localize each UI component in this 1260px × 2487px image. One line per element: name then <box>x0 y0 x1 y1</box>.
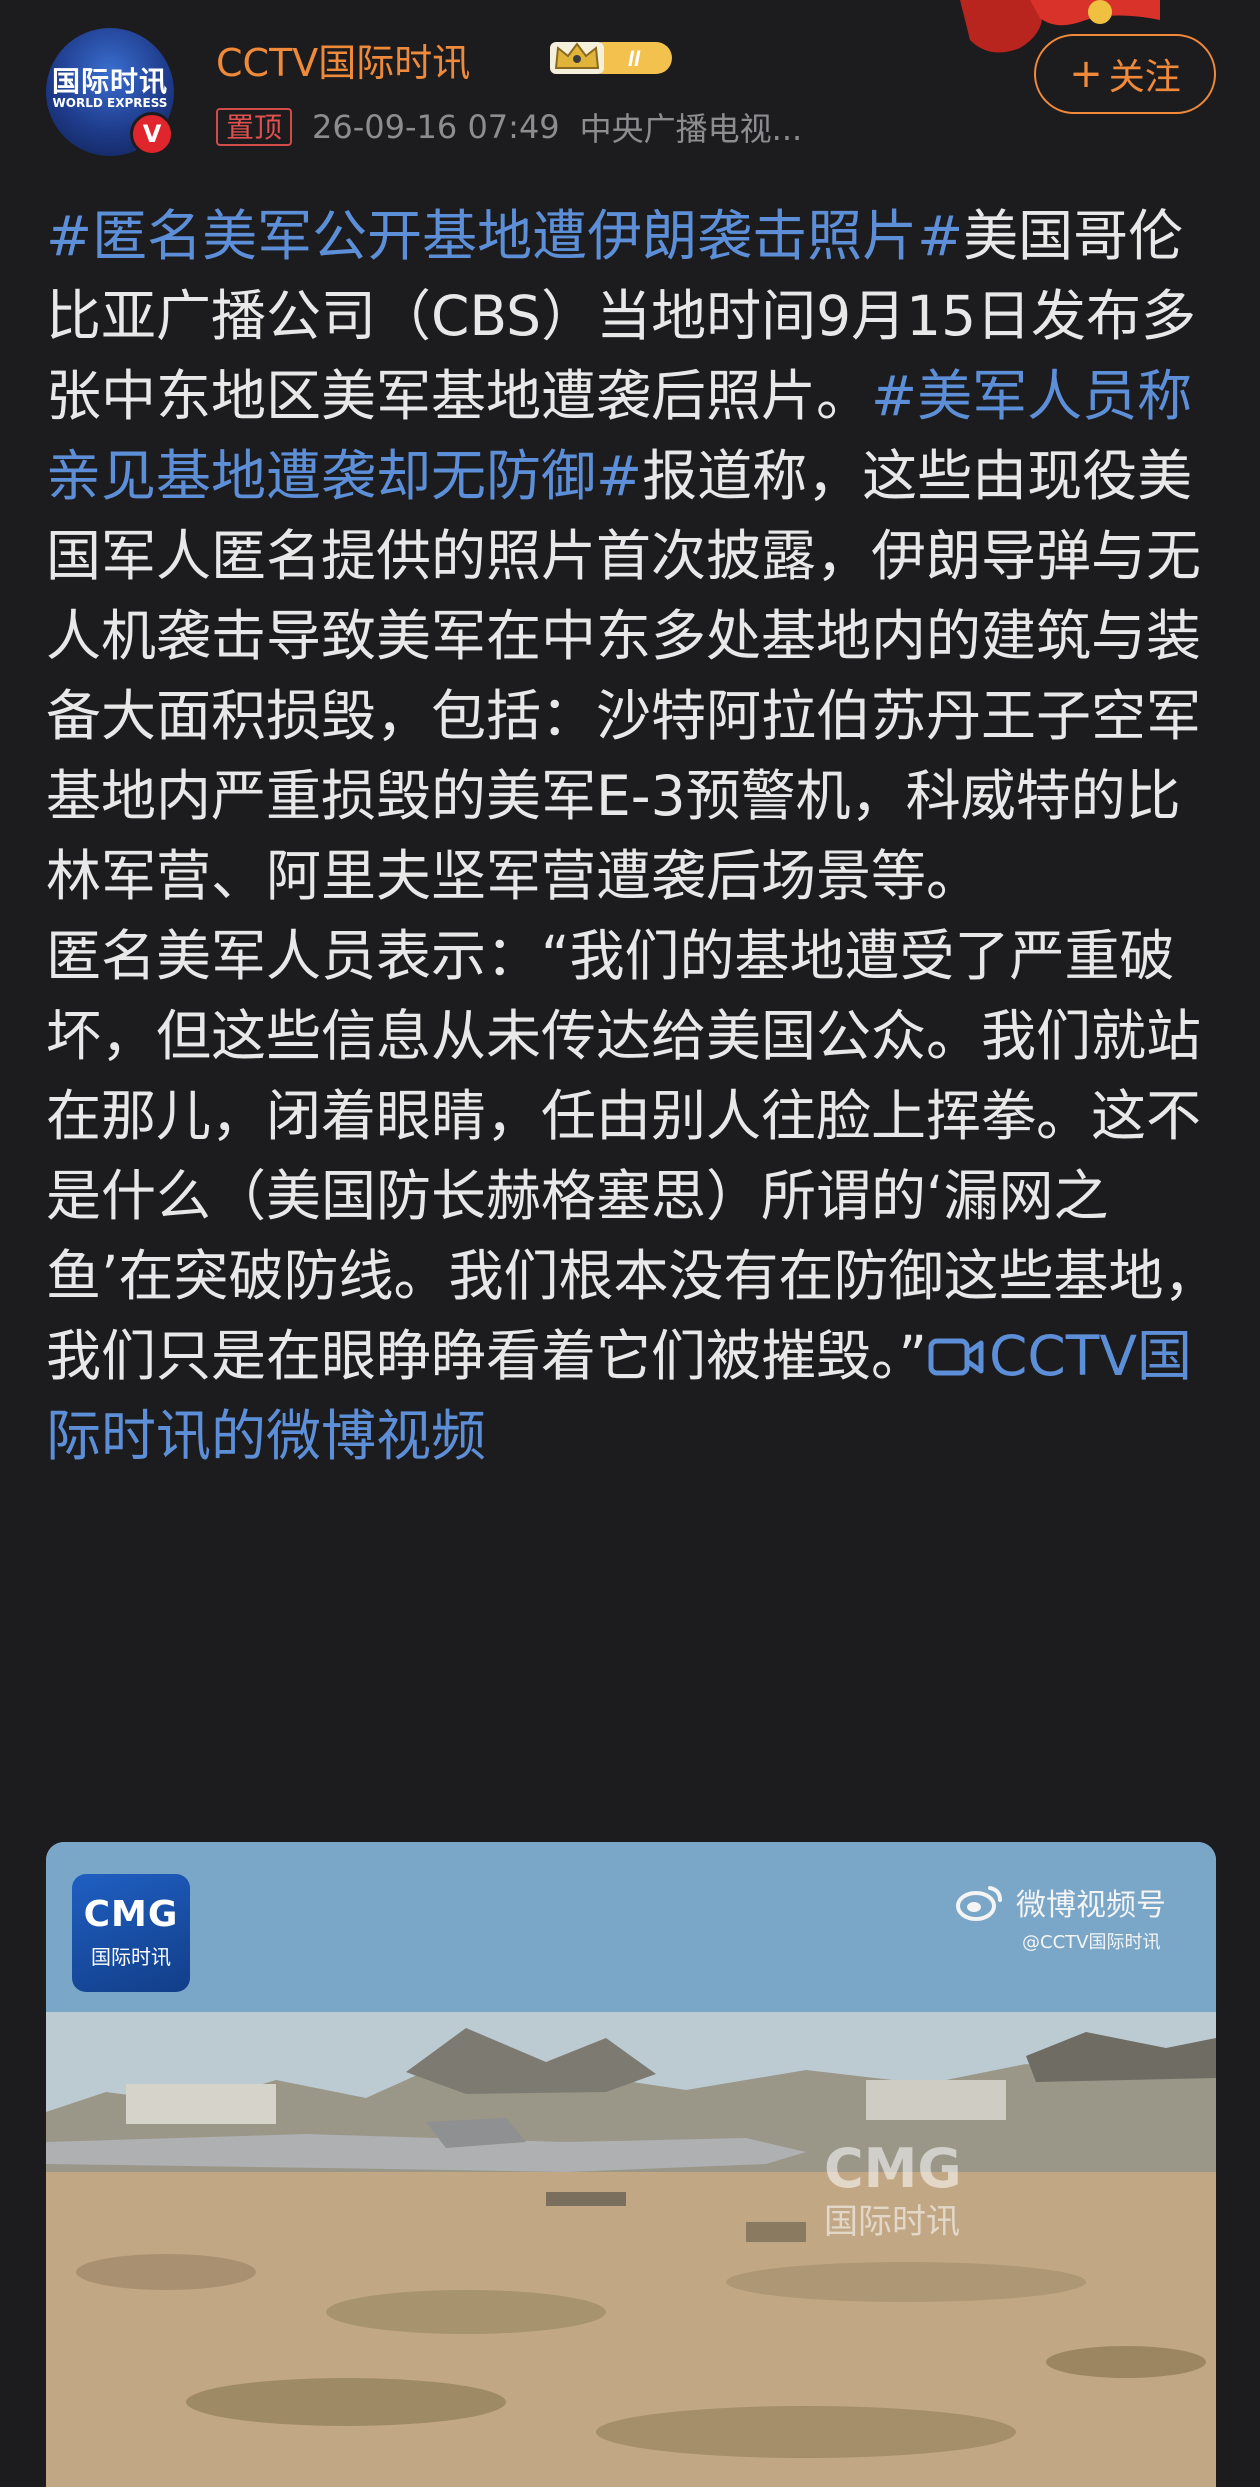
cmg-logo: CMG 国际时讯 <box>72 1874 190 1992</box>
video-link-icon[interactable] <box>927 1335 985 1379</box>
verified-icon: V <box>130 112 174 156</box>
overlay-logo: CMG <box>824 2137 962 2200</box>
cmg-logo-text: CMG <box>83 1894 179 1935</box>
pinned-badge: 置顶 <box>216 108 293 146</box>
post-header: 国际时讯 WORLD EXPRESS V CCTV国际时讯 II 置顶 26-0… <box>0 0 1260 180</box>
level-crown-icon: II <box>550 42 672 74</box>
weibo-logo-icon <box>956 1886 1002 1921</box>
watermark-label: 微博视频号 <box>1016 1888 1166 1923</box>
level-text: II <box>628 46 641 71</box>
overlay-logo-subtext: 国际时讯 <box>824 2202 960 2242</box>
plus-icon: + <box>1069 51 1103 97</box>
username[interactable]: CCTV国际时讯 <box>216 32 470 87</box>
post-paragraph: 报道称，这些由现役美国军人匿名提供的照片首次披露，伊朗导弹与无人机袭击导致美军在… <box>46 444 1202 908</box>
post-meta: 置顶 26-09-16 07:49 中央广播电视... <box>216 104 802 150</box>
post-text: #匿名美军公开基地遭伊朗袭击照片#美国哥伦比亚广播公司（CBS）当地时间9月15… <box>46 196 1226 1476</box>
post-timestamp: 26-09-16 07:49 <box>312 108 560 146</box>
post-source: 中央广播电视... <box>579 110 803 148</box>
avatar-title: 国际时讯 <box>51 65 168 98</box>
follow-label: 关注 <box>1108 57 1181 98</box>
watermark-handle: @CCTV国际时讯 <box>1022 1932 1161 1953</box>
avatar-subtitle: WORLD EXPRESS <box>52 96 168 110</box>
video-player[interactable]: CMG 国际时讯 微博视频号 @CCTV国际时讯 CMG 国际时讯 <box>46 1842 1216 2487</box>
weibo-watermark: 微博视频号 @CCTV国际时讯 <box>954 1880 1166 1954</box>
hashtag-link[interactable]: #匿名美军公开基地遭伊朗袭击照片# <box>46 204 963 268</box>
post-quote: 匿名美军人员表示：“我们的基地遭受了严重破坏，但这些信息从未传达给美国公众。我们… <box>46 924 1219 1388</box>
follow-button[interactable]: + 关注 <box>1034 34 1216 114</box>
cmg-logo-subtext: 国际时讯 <box>91 1945 171 1969</box>
